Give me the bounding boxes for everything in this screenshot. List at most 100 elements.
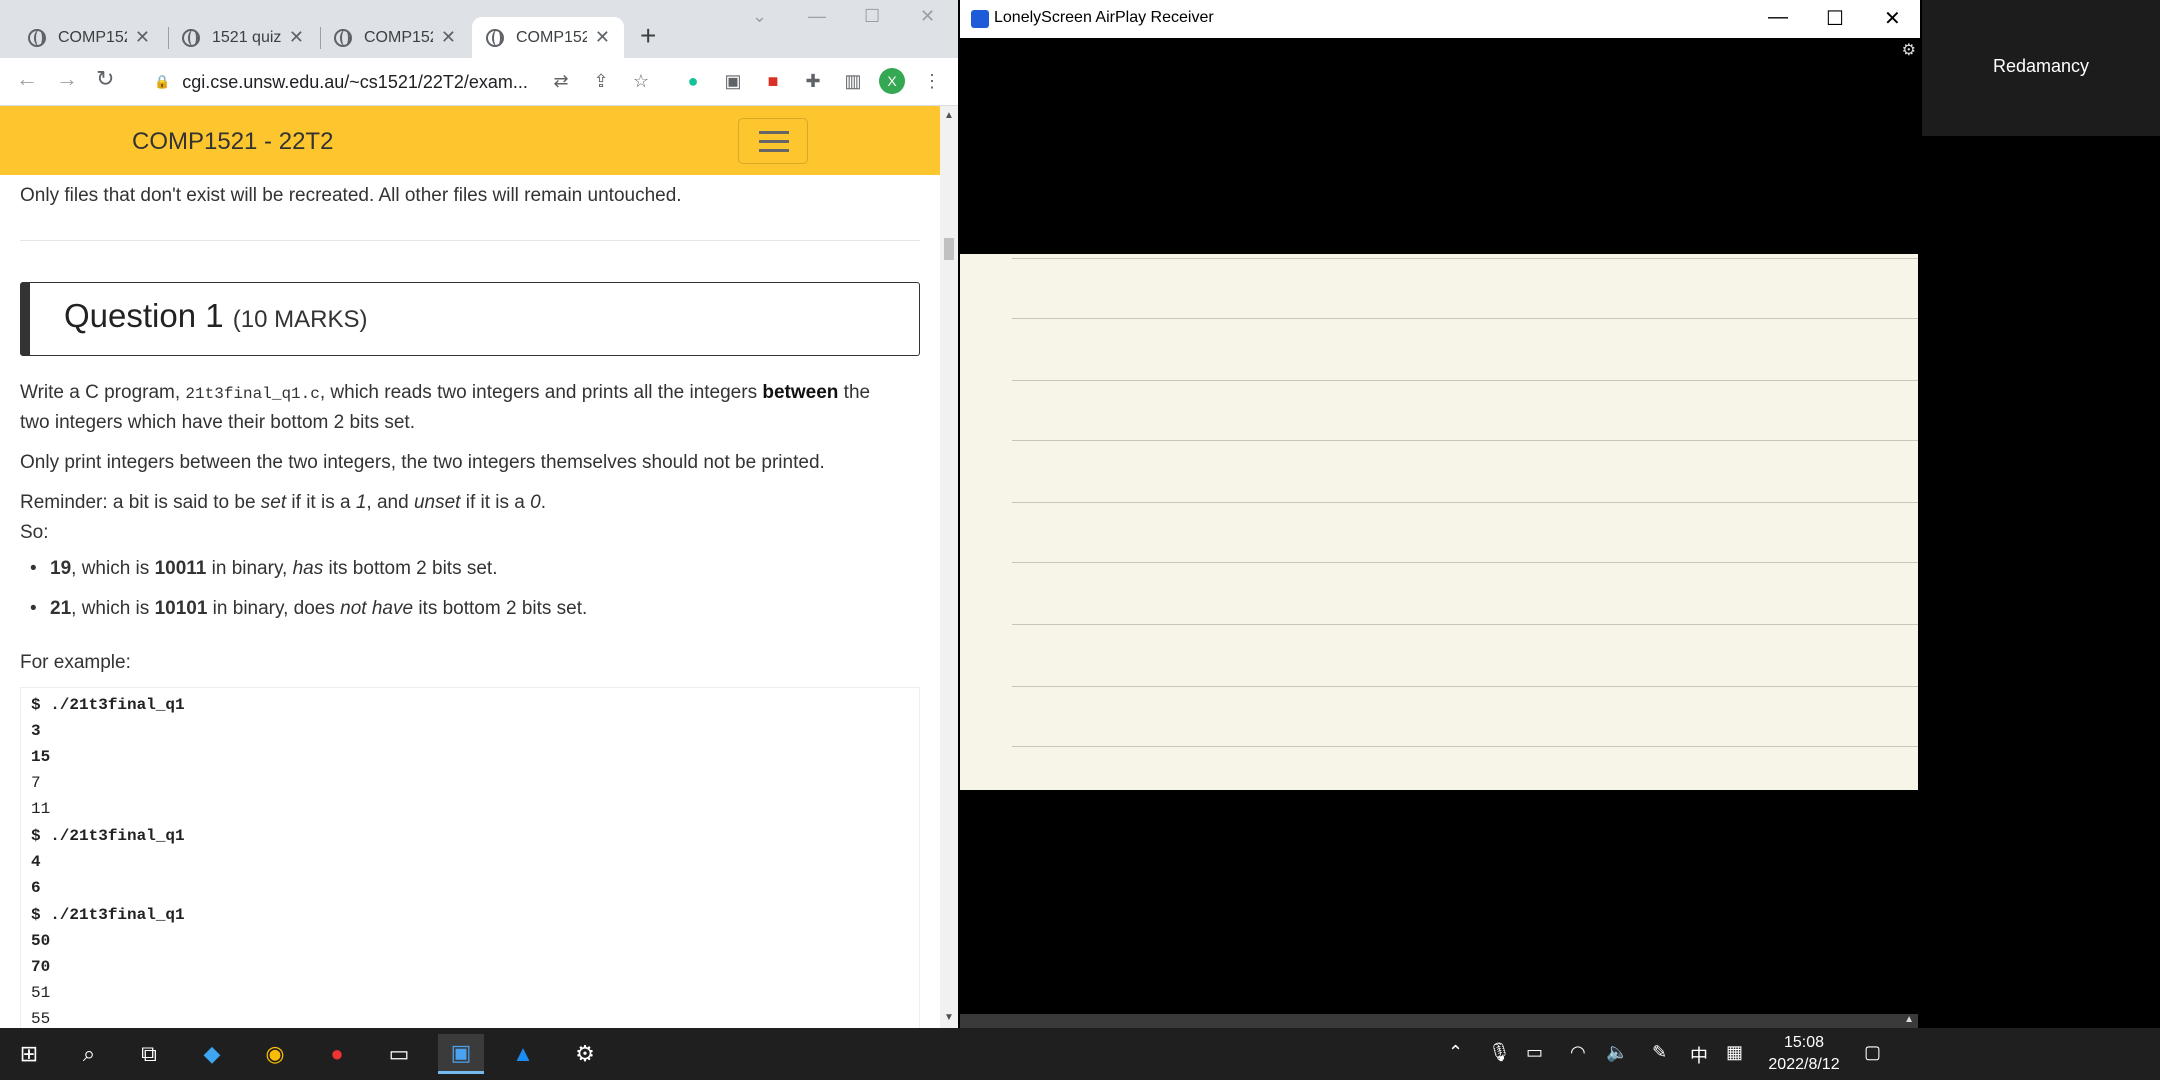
chrome-app-icon[interactable]: ◉: [252, 1034, 298, 1074]
terminal-app-icon[interactable]: ▭: [376, 1034, 422, 1074]
ruled-line: [1012, 686, 1918, 687]
site-brand[interactable]: COMP1521 - 22T2: [132, 128, 333, 156]
tab-title: COMP1521 - 22T2: [516, 28, 587, 46]
translate-icon[interactable]: ⇄: [551, 71, 571, 91]
vscode-app-icon[interactable]: ◆: [189, 1034, 235, 1074]
reminder-text: Reminder: a bit is said to be set if it …: [20, 492, 546, 513]
code-line: 6: [31, 879, 41, 897]
code-line: 15: [31, 748, 51, 766]
lonelyscreen-app-icon: [971, 10, 989, 28]
close-icon[interactable]: ✕: [289, 27, 304, 48]
gear-icon[interactable]: ⚙: [1902, 40, 1916, 60]
wifi-icon[interactable]: ◠: [1570, 1042, 1586, 1063]
tab-title: COMP1521 - 22T2: [364, 28, 433, 46]
minimize-button[interactable]: —: [1768, 6, 1788, 29]
maximize-button[interactable]: ☐: [1826, 6, 1844, 31]
receiver-window-title: LonelyScreen AirPlay Receiver: [994, 9, 1214, 26]
system-clock[interactable]: 15:08 2022/8/12: [1764, 1032, 1844, 1076]
ruled-line: [1012, 746, 1918, 747]
task-view-icon[interactable]: ⧉: [126, 1034, 172, 1074]
grammarly-extension-icon[interactable]: ●: [683, 71, 703, 91]
microphone-icon[interactable]: 🎙: [1488, 1042, 1511, 1063]
hamburger-menu-button[interactable]: [738, 118, 808, 164]
tab-comp1521-1[interactable]: COMP1521 - 22T2 ✕: [14, 17, 164, 58]
search-icon[interactable]: ⌕: [66, 1034, 112, 1074]
code-line: 4: [31, 853, 41, 871]
code-line: 7: [31, 774, 41, 792]
code-line: 50: [31, 932, 51, 950]
close-icon[interactable]: ✕: [135, 27, 150, 48]
tab-title: 1521 quiz: [212, 28, 281, 46]
notification-icon[interactable]: ▢: [1864, 1042, 1881, 1063]
maximize-button[interactable]: ☐: [864, 6, 880, 27]
lonelyscreen-app-icon[interactable]: ▣: [438, 1034, 484, 1074]
globe-icon: [334, 28, 352, 47]
question-title-text: Question 1: [64, 297, 224, 334]
menu-kebab-icon[interactable]: ⋮: [922, 71, 942, 91]
taskbar: ⊞ ⌕ ⧉ ◆ ◉ ● ▭ ▣ ▲ ⚙ ⌃ 🎙 ▭ ◠ 🔈 ✎ 中 ▦ 15:0…: [0, 1028, 2160, 1080]
receiver-scrollbar[interactable]: ▲: [960, 1014, 1918, 1028]
receiver-titlebar: LonelyScreen AirPlay Receiver — ☐ ✕: [960, 0, 1920, 38]
close-window-button[interactable]: ✕: [920, 6, 935, 27]
close-icon[interactable]: ✕: [595, 27, 610, 48]
ruled-line: [1012, 380, 1918, 381]
picture-in-picture-icon[interactable]: ▣: [723, 71, 743, 91]
forward-button[interactable]: →: [56, 66, 78, 92]
chevron-down-icon[interactable]: ⌄: [752, 6, 767, 27]
minimize-button[interactable]: —: [808, 6, 826, 27]
share-icon[interactable]: ⇪: [591, 71, 611, 91]
globe-icon: [486, 28, 504, 47]
meeting-app-icon[interactable]: ▲: [500, 1034, 546, 1074]
windows-start-icon[interactable]: ⊞: [6, 1034, 52, 1074]
scroll-up-arrow[interactable]: ▲: [944, 110, 954, 121]
question-title: Question 1 (10 MARKS): [64, 297, 367, 335]
close-window-button[interactable]: ✕: [1884, 6, 1901, 31]
back-button[interactable]: ←: [16, 66, 38, 92]
tab-comp1521-active[interactable]: COMP1521 - 22T2 ✕: [472, 17, 624, 58]
globe-icon: [28, 28, 46, 47]
ime-indicator[interactable]: 中: [1690, 1042, 1708, 1068]
tab-comp1521-2[interactable]: COMP1521 - 22T2 ✕: [320, 17, 470, 58]
question-paragraph-1: Write a C program, 21t3final_q1.c, which…: [20, 382, 871, 403]
extensions-puzzle-icon[interactable]: ✚: [803, 71, 823, 91]
side-panel-icon[interactable]: ▥: [843, 71, 863, 91]
program-filename: 21t3final_q1.c: [185, 385, 320, 403]
code-line: $ ./21t3final_q1: [31, 696, 185, 714]
question-paragraph-1-line-2: two integers which have their bottom 2 b…: [20, 412, 415, 433]
page-scrollbar[interactable]: ▲ ▼: [940, 106, 958, 1028]
close-icon[interactable]: ✕: [441, 27, 456, 48]
airplay-receiver-window: LonelyScreen AirPlay Receiver — ☐ ✕ ⚙ ▲: [960, 0, 1920, 1028]
question-paragraph-2: Only print integers between the two inte…: [20, 452, 825, 473]
chevron-up-icon[interactable]: ⌃: [1448, 1042, 1463, 1063]
site-navbar: COMP1521 - 22T2: [0, 106, 940, 175]
keyboard-grid-icon[interactable]: ▦: [1726, 1042, 1743, 1063]
code-line: $ ./21t3final_q1: [31, 906, 185, 924]
pen-icon[interactable]: ✎: [1652, 1042, 1667, 1063]
scroll-down-arrow[interactable]: ▼: [944, 1012, 954, 1023]
bookmark-star-icon[interactable]: ☆: [631, 71, 651, 91]
ruled-line: [1012, 318, 1918, 319]
new-tab-button[interactable]: +: [640, 20, 656, 52]
reload-button[interactable]: ↻: [96, 66, 114, 92]
volume-icon[interactable]: 🔈: [1606, 1042, 1628, 1063]
lock-icon: 🔒: [154, 74, 171, 89]
notice-text: Only files that don't exist will be recr…: [20, 185, 682, 206]
tab-1521-quiz[interactable]: 1521 quiz ✕: [168, 17, 318, 58]
scroll-thumb[interactable]: [944, 238, 954, 260]
code-line: 51: [31, 984, 51, 1002]
ruled-line: [1012, 624, 1918, 625]
browser-toolbar: ← → ↻ 🔒 cgi.cse.unsw.edu.au/~cs1521/22T2…: [0, 58, 958, 106]
code-line: 3: [31, 722, 41, 740]
netease-music-app-icon[interactable]: ●: [314, 1034, 360, 1074]
url-text: cgi.cse.unsw.edu.au/~cs1521/22T2/exam...: [182, 71, 528, 92]
battery-icon[interactable]: ▭: [1526, 1042, 1543, 1063]
ruled-line: [1012, 440, 1918, 441]
code-line: 70: [31, 958, 51, 976]
question-marks: (10 MARKS): [232, 306, 368, 333]
ruled-line: [1012, 258, 1918, 259]
chevron-up-icon[interactable]: ▲: [1904, 1014, 1914, 1025]
address-bar[interactable]: 🔒 cgi.cse.unsw.edu.au/~cs1521/22T2/exam.…: [138, 64, 548, 100]
profile-avatar[interactable]: X: [879, 68, 905, 94]
settings-gear-icon[interactable]: ⚙: [562, 1034, 608, 1074]
red-extension-icon[interactable]: ■: [763, 71, 783, 91]
